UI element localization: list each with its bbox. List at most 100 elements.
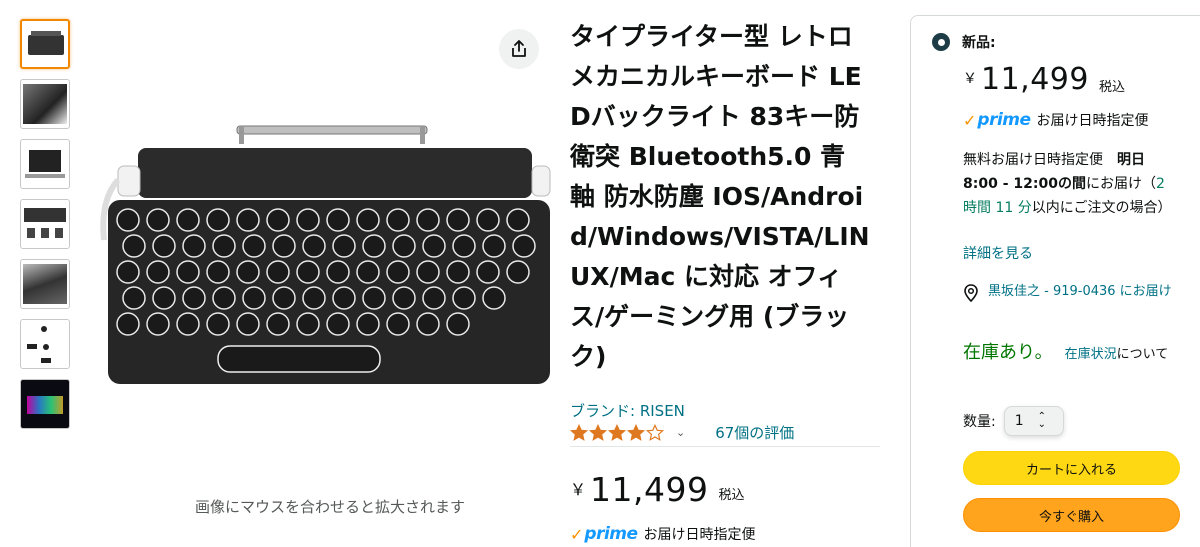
stock-status: 在庫あり。 (963, 342, 1053, 363)
keycap (386, 208, 410, 232)
keycap (182, 234, 206, 258)
buy-now-button[interactable]: 今すぐ購入 (963, 498, 1180, 532)
keycap (272, 234, 296, 258)
keycap (452, 234, 476, 258)
keycap (482, 286, 506, 310)
star-rating[interactable] (570, 423, 664, 442)
keycap (296, 208, 320, 232)
quantity-dropdown[interactable]: 1 ⌃ ⌄ (1003, 406, 1064, 436)
keycap (236, 312, 260, 336)
keycap (146, 260, 170, 284)
keycap (212, 234, 236, 258)
keycap (176, 312, 200, 336)
keycap (296, 260, 320, 284)
keycap (302, 286, 326, 310)
quantity-selector: 数量: 1 ⌃ ⌄ (963, 406, 1064, 436)
keycap (416, 260, 440, 284)
keycap (362, 234, 386, 258)
brand-link[interactable]: ブランド: RISEN (570, 400, 685, 421)
thumbnail-3[interactable] (20, 139, 70, 189)
stock-link[interactable]: 在庫状況 (1065, 347, 1117, 362)
keycap (236, 260, 260, 284)
keycap (332, 286, 356, 310)
condition-label: 新品: (962, 35, 996, 51)
prime-logo: ✓ prime (570, 524, 638, 544)
keycap (326, 260, 350, 284)
stock-info: 在庫あり。 在庫状況について (963, 342, 1169, 363)
keycap (356, 208, 380, 232)
prime-logo: ✓ prime (963, 110, 1031, 130)
product-image[interactable] (100, 120, 560, 400)
keycap (182, 286, 206, 310)
keycap (116, 312, 140, 336)
currency-symbol: ￥ (963, 71, 977, 87)
thumbnail-5[interactable] (20, 259, 70, 309)
thumbnail-6[interactable] (20, 319, 70, 369)
keycap (212, 286, 236, 310)
keycap (416, 312, 440, 336)
keycap (122, 234, 146, 258)
keycap (512, 234, 536, 258)
keycap (242, 234, 266, 258)
star-filled-icon (570, 423, 588, 441)
delivery-location[interactable]: 黒坂佳之 - 919-0436 にお届け (963, 283, 1178, 302)
keycap (506, 260, 530, 284)
prime-text: お届け日時指定便 (1036, 113, 1149, 129)
keycap (266, 260, 290, 284)
share-button[interactable] (499, 29, 539, 69)
add-to-cart-button[interactable]: カートに入れる (963, 451, 1180, 485)
keycap (476, 260, 500, 284)
tax-label: 税込 (1098, 80, 1125, 95)
keycap (362, 286, 386, 310)
keycap (266, 312, 290, 336)
delivery-info: 無料お届け日時指定便 明日 8:00 - 12:00の間にお届け（2 時間 11… (963, 152, 1172, 216)
product-price: ￥ 11,499 税込 (570, 470, 745, 510)
keycap (152, 234, 176, 258)
location-text[interactable]: 黒坂佳之 - 919-0436 にお届け (988, 283, 1172, 302)
buybox-prime: ✓ prime お届け日時指定便 (963, 110, 1149, 130)
thumbnail-list (20, 19, 72, 439)
currency-symbol: ￥ (570, 480, 587, 499)
radio-selected-icon[interactable] (932, 33, 950, 51)
keycap (176, 208, 200, 232)
thumbnail-2[interactable] (20, 79, 70, 129)
keycap (146, 208, 170, 232)
keycap (386, 312, 410, 336)
keycap (332, 234, 356, 258)
updown-chevron-icon: ⌃ ⌄ (1037, 411, 1047, 430)
thumbnail-1[interactable] (20, 19, 70, 69)
keycap (446, 208, 470, 232)
price-value: 11,499 (590, 470, 709, 509)
keycap (356, 260, 380, 284)
details-link[interactable]: 詳細を見る (963, 243, 1033, 263)
condition-option[interactable]: 新品: (932, 32, 996, 52)
thumbnail-7[interactable] (20, 379, 70, 429)
keycap (506, 208, 530, 232)
chevron-down-icon[interactable]: ⌄ (676, 426, 685, 439)
keycap (422, 286, 446, 310)
thumbnail-4[interactable] (20, 199, 70, 249)
keycap (116, 260, 140, 284)
keycap (176, 260, 200, 284)
keycap (272, 286, 296, 310)
keycap (242, 286, 266, 310)
keycap (476, 208, 500, 232)
share-icon (512, 40, 526, 57)
keycap (236, 208, 260, 232)
keycap (302, 234, 326, 258)
prime-check-icon: ✓ (570, 524, 584, 544)
keycap (146, 312, 170, 336)
prime-check-icon: ✓ (963, 110, 977, 130)
keycap (122, 286, 146, 310)
reviews-link[interactable]: 67個の評価 (715, 422, 794, 443)
keycap (296, 312, 320, 336)
keycap (446, 312, 470, 336)
tax-label: 税込 (718, 488, 745, 503)
star-filled-icon (608, 423, 626, 441)
keycap (152, 286, 176, 310)
keycap (266, 208, 290, 232)
zoom-hint: 画像にマウスを合わせると拡大されます (194, 498, 465, 516)
rating-row: ⌄ 67個の評価 (570, 423, 880, 447)
buybox-price: ￥ 11,499 税込 (963, 62, 1125, 98)
star-filled-icon (589, 423, 607, 441)
